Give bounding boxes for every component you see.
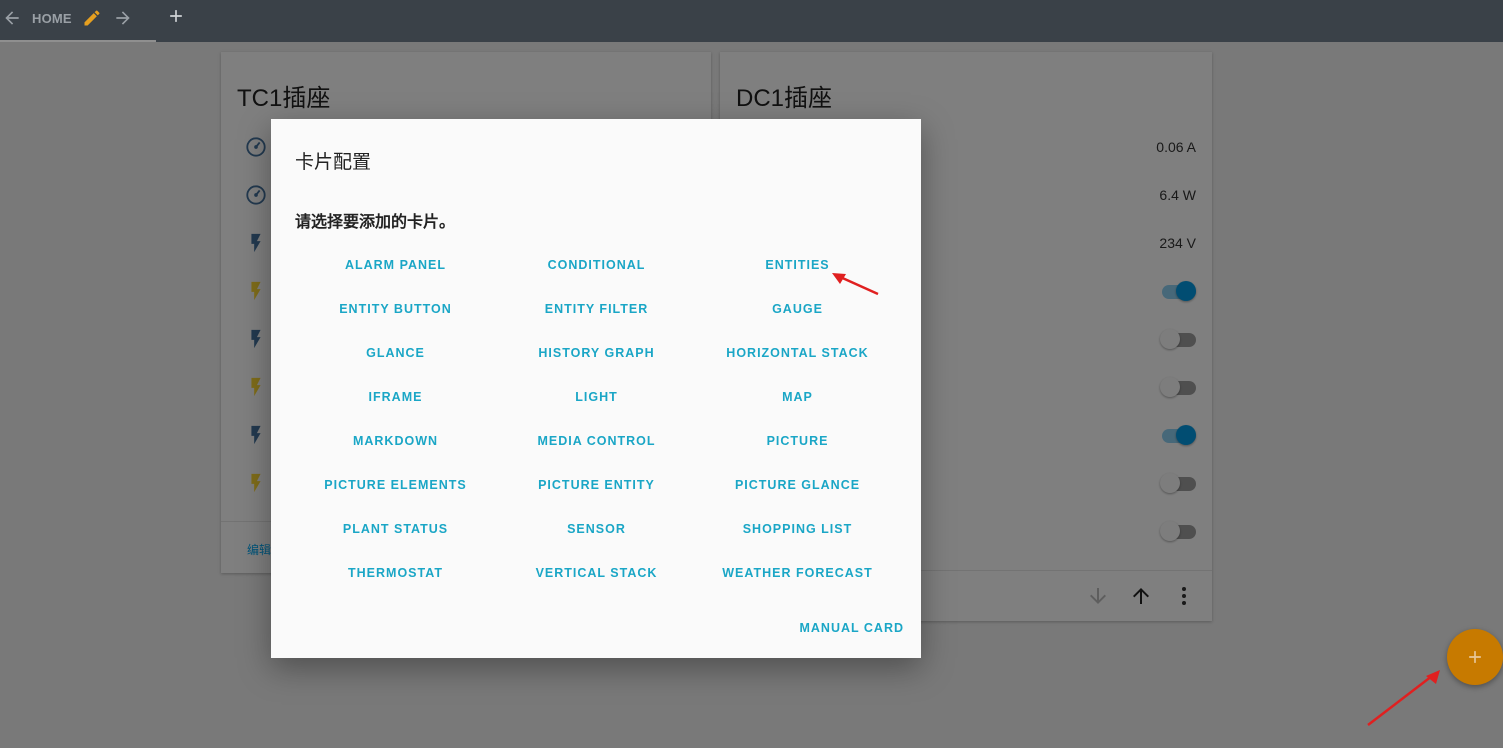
card-type-markdown[interactable]: MARKDOWN (295, 423, 496, 467)
card-type-picture-glance[interactable]: PICTURE GLANCE (697, 467, 898, 511)
dialog-title: 卡片配置 (295, 152, 372, 173)
card-type-entity-button[interactable]: ENTITY BUTTON (295, 291, 496, 335)
top-toolbar: HOME (0, 0, 1503, 42)
card-type-alarm-panel[interactable]: ALARM PANEL (295, 247, 496, 291)
card-type-picture-elements[interactable]: PICTURE ELEMENTS (295, 467, 496, 511)
card-type-sensor[interactable]: SENSOR (496, 511, 697, 555)
manual-card-button[interactable]: MANUAL CARD (799, 621, 904, 635)
card-type-map[interactable]: MAP (697, 379, 898, 423)
card-type-picture[interactable]: PICTURE (697, 423, 898, 467)
card-type-history-graph[interactable]: HISTORY GRAPH (496, 335, 697, 379)
annotation-arrow-icon (832, 273, 879, 296)
card-type-plant-status[interactable]: PLANT STATUS (295, 511, 496, 555)
annotation-arrow-icon (1367, 670, 1440, 726)
card-config-dialog: 卡片配置 请选择要添加的卡片。 ALARM PANEL CONDITIONAL … (271, 119, 921, 658)
tab-home[interactable]: HOME (0, 0, 156, 42)
card-type-media-control[interactable]: MEDIA CONTROL (496, 423, 697, 467)
arrow-right-icon[interactable] (113, 8, 133, 28)
card-type-iframe[interactable]: IFRAME (295, 379, 496, 423)
dialog-prompt: 请选择要添加的卡片。 (295, 214, 456, 231)
card-type-weather-forecast[interactable]: WEATHER FORECAST (697, 555, 898, 599)
tab-home-label: HOME (32, 11, 72, 26)
card-type-thermostat[interactable]: THERMOSTAT (295, 555, 496, 599)
card-type-entity-filter[interactable]: ENTITY FILTER (496, 291, 697, 335)
card-type-vertical-stack[interactable]: VERTICAL STACK (496, 555, 697, 599)
card-type-glance[interactable]: GLANCE (295, 335, 496, 379)
arrow-left-icon[interactable] (2, 8, 22, 28)
card-type-light[interactable]: LIGHT (496, 379, 697, 423)
card-type-picture-entity[interactable]: PICTURE ENTITY (496, 467, 697, 511)
card-type-grid: ALARM PANEL CONDITIONAL ENTITIES ENTITY … (295, 247, 897, 599)
card-type-horizontal-stack[interactable]: HORIZONTAL STACK (697, 335, 898, 379)
plus-icon (1469, 651, 1481, 663)
card-type-conditional[interactable]: CONDITIONAL (496, 247, 697, 291)
card-type-shopping-list[interactable]: SHOPPING LIST (697, 511, 898, 555)
add-card-fab[interactable] (1447, 629, 1503, 685)
plus-icon[interactable] (166, 6, 186, 26)
pencil-icon[interactable] (82, 8, 102, 28)
